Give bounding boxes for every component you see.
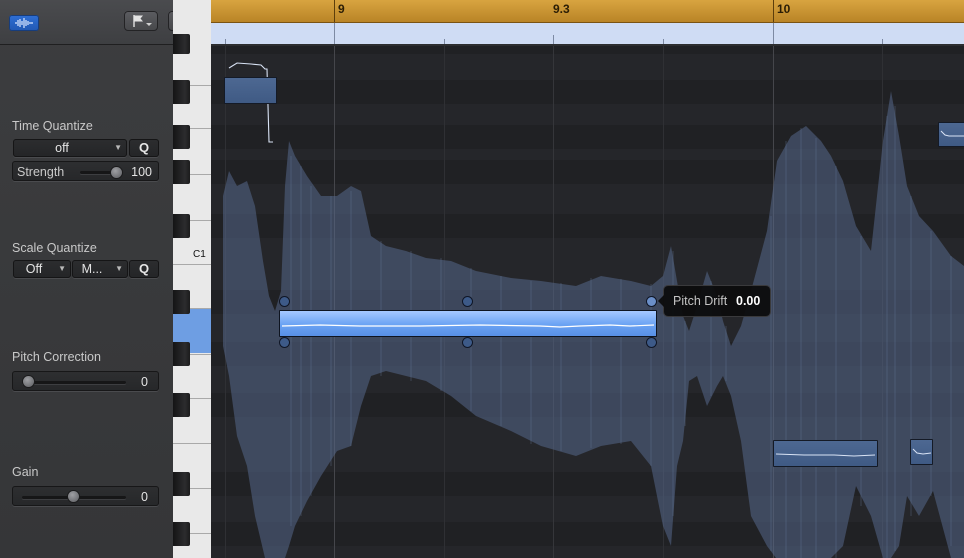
black-key[interactable] (173, 472, 190, 496)
gain-value: 0 (141, 490, 148, 504)
fine-pitch-handle[interactable] (463, 297, 472, 306)
black-key[interactable] (173, 393, 190, 417)
pitch-drift-start-handle[interactable] (280, 297, 289, 306)
beat-tick (553, 35, 554, 44)
black-key[interactable] (173, 522, 190, 546)
pitch-correction-title: Pitch Correction (12, 350, 101, 364)
strength-value: 100 (131, 165, 152, 179)
black-key[interactable] (173, 80, 190, 104)
beat-tick (663, 39, 664, 44)
bar-label-9: 9 (338, 2, 345, 16)
strength-label: Strength (17, 165, 65, 179)
bar-label-10: 10 (777, 2, 791, 16)
tooltip-value: 0.00 (736, 294, 761, 308)
waveform-icon (15, 18, 33, 28)
scale-quantize-title: Scale Quantize (12, 241, 97, 255)
bar-tick (334, 0, 335, 22)
dropdown-arrow-icon: ▼ (114, 143, 122, 152)
white-key-divider (173, 443, 211, 444)
piano-keyboard[interactable]: C1 (173, 0, 212, 558)
gain-end-handle[interactable] (647, 338, 656, 347)
time-quantize-dropdown[interactable]: off ▼ (13, 139, 127, 157)
scale-quantize-scale-dropdown[interactable]: M... ▼ (72, 260, 128, 278)
scale-quantize-scale-value: M... (81, 262, 103, 276)
pitch-curve (940, 130, 964, 137)
gain-start-handle[interactable] (280, 338, 289, 347)
beat-tick (225, 39, 226, 44)
tooltip-label: Pitch Drift (673, 294, 728, 308)
flex-pitch-inspector: Time Quantize off ▼ Q Strength 100 Scale… (0, 0, 196, 558)
white-key-divider (173, 264, 211, 265)
inspector-toolbar (0, 0, 196, 45)
time-quantize-q-button[interactable]: Q (129, 139, 159, 157)
pitch-drift-tooltip: Pitch Drift 0.00 (658, 286, 770, 316)
pitch-note[interactable] (773, 440, 878, 467)
scale-quantize-key-dropdown[interactable]: Off ▼ (13, 260, 71, 278)
black-key[interactable] (173, 160, 190, 184)
pitch-note[interactable] (938, 122, 964, 147)
flag-menu-button[interactable] (124, 11, 158, 31)
pitch-curve (281, 324, 655, 328)
pitch-correction-slider-knob[interactable] (23, 376, 34, 387)
pitch-note[interactable] (224, 77, 277, 104)
pitch-correction-value: 0 (141, 375, 148, 389)
selected-pitch-note[interactable] (279, 310, 657, 337)
bar-ruler[interactable]: 9 9.3 10 (211, 0, 964, 23)
black-key[interactable] (173, 214, 190, 238)
scale-quantize-q-button[interactable]: Q (129, 260, 159, 278)
pitch-drift-end-handle[interactable] (647, 297, 656, 306)
flag-icon (133, 15, 152, 27)
audio-waveform (223, 62, 964, 558)
beat-tick (882, 39, 883, 44)
beat-ruler[interactable] (211, 23, 964, 46)
c1-key-label: C1 (193, 249, 206, 260)
beat-tick (334, 23, 335, 44)
pitch-editor-area[interactable]: Pitch Drift 0.00 (211, 46, 964, 558)
gain-title: Gain (12, 465, 39, 479)
bar-label-9-3: 9.3 (553, 2, 570, 16)
gain-handle[interactable] (463, 338, 472, 347)
beat-tick (444, 39, 445, 44)
black-key[interactable] (173, 125, 190, 149)
time-quantize-value: off (55, 141, 69, 155)
scale-quantize-key-value: Off (25, 262, 43, 276)
pitch-correction-slider-track[interactable] (22, 381, 126, 384)
strength-slider-knob[interactable] (111, 167, 122, 178)
waveform-button[interactable] (9, 15, 39, 31)
bar-tick (773, 0, 774, 22)
dropdown-arrow-icon: ▼ (58, 264, 66, 273)
pitch-curve (775, 453, 876, 457)
dropdown-arrow-icon: ▼ (115, 264, 123, 273)
tooltip-arrow (658, 295, 664, 307)
beat-tick (773, 23, 774, 44)
time-quantize-title: Time Quantize (12, 119, 93, 133)
timeline-ruler[interactable]: 9 9.3 10 (211, 0, 964, 46)
gain-slider-knob[interactable] (68, 491, 79, 502)
pitch-note[interactable] (910, 439, 933, 465)
black-key[interactable] (173, 342, 190, 366)
black-key[interactable] (173, 290, 190, 314)
pitch-curve (912, 448, 932, 455)
black-key[interactable] (173, 34, 190, 54)
